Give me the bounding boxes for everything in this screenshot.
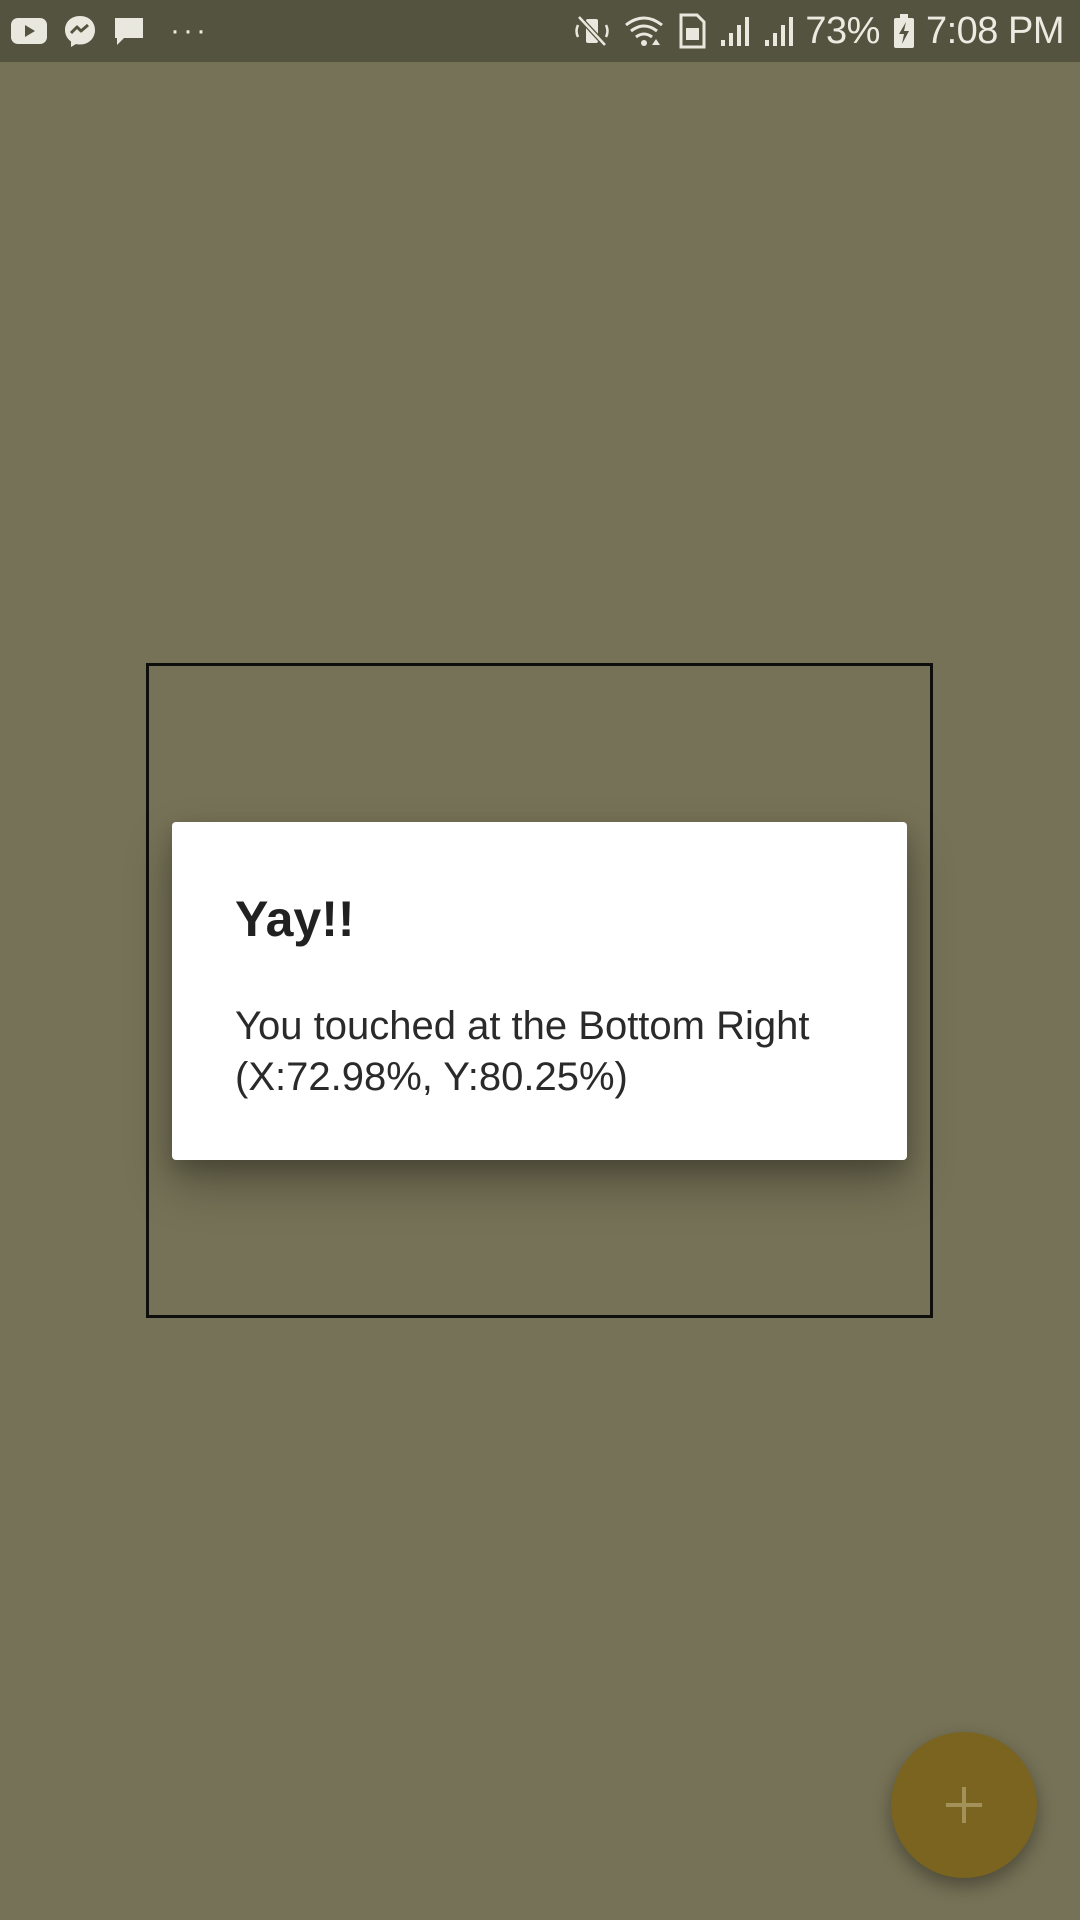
messenger-icon: [62, 13, 98, 49]
signal-icon: [763, 14, 795, 48]
sim-icon: [677, 13, 707, 49]
battery-percentage: 73%: [805, 9, 880, 52]
mute-icon: [573, 13, 611, 49]
dialog-title: Yay!!: [235, 891, 355, 947]
wifi-icon: [623, 13, 665, 49]
more-notifications-icon: ···: [170, 14, 209, 47]
status-bar-right: 73% 7:08 PM: [561, 9, 1065, 53]
signal-icon: [719, 14, 751, 48]
battery-charging-icon: [892, 13, 916, 49]
dialog-message-line: You touched at the Bottom Right: [235, 1004, 810, 1048]
dialog-message: You touched at the Bottom Right (X:72.98…: [235, 1001, 867, 1103]
app-screen: ··· 73% 7:08 PM Yay!! You touched at the…: [0, 0, 1080, 1920]
add-fab-button[interactable]: [891, 1732, 1037, 1878]
youtube-icon: [10, 16, 48, 46]
status-bar-left: ···: [10, 13, 209, 49]
plus-icon: [942, 1783, 986, 1827]
clock: 7:08 PM: [925, 9, 1065, 52]
message-icon: [112, 14, 146, 48]
dialog-message-coordinates: (X:72.98%, Y:80.25%): [235, 1054, 628, 1099]
status-bar: ··· 73% 7:08 PM: [0, 0, 1080, 62]
result-dialog: Yay!! You touched at the Bottom Right (X…: [172, 822, 907, 1160]
